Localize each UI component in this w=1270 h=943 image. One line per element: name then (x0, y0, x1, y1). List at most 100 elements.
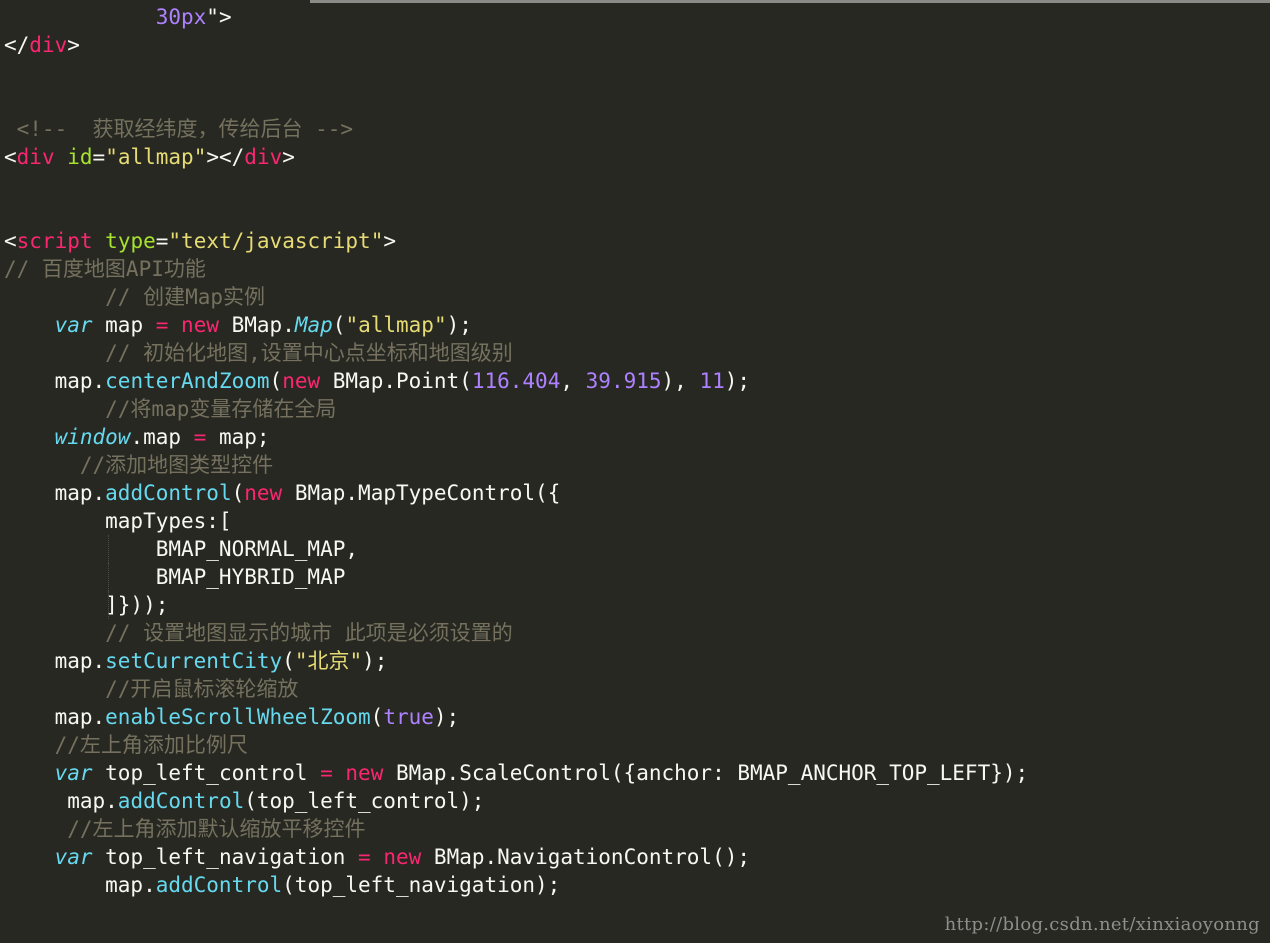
code-token: "allmap" (345, 313, 447, 337)
code-token: ( (370, 705, 384, 729)
code-token: > (67, 33, 80, 57)
code-line: //左上角添加默认缩放平移控件 (4, 815, 1270, 843)
code-token: "北京" (294, 649, 363, 673)
code-token: enableScrollWheelZoom (105, 705, 371, 729)
code-token: ( (269, 369, 283, 393)
code-token: ]})); (4, 593, 169, 617)
indent-guide (108, 535, 109, 563)
code-token: </ (4, 33, 30, 57)
code-editor[interactable]: 30px"> </div> <!-- 获取经纬度，传给后台 --> <div id=… (4, 3, 1270, 899)
code-token: //左上角添加默认缩放平移控件 (4, 817, 366, 841)
code-token: ( (231, 481, 245, 505)
code-token: (top_left_navigation); (282, 873, 561, 897)
code-token: // 创建Map实例 (4, 285, 266, 309)
code-token: addControl (105, 481, 232, 505)
code-line: ]})); (4, 591, 1270, 619)
code-token: < (4, 229, 17, 253)
code-token: new (181, 313, 219, 337)
code-token: BMap.NavigationControl(); (421, 845, 751, 869)
code-line: //左上角添加比例尺 (4, 731, 1270, 759)
code-token: , (560, 369, 586, 393)
code-token: // 设置地图显示的城市 此项是必须设置的 (4, 621, 513, 645)
code-token: // 初始化地图,设置中心点坐标和地图级别 (4, 341, 513, 365)
code-token: 11 (699, 369, 725, 393)
code-line: //将map变量存储在全局 (4, 395, 1270, 423)
code-token: ); (433, 705, 460, 729)
code-line: //开启鼠标滚轮缩放 (4, 675, 1270, 703)
code-token: BMap.MapTypeControl({ (282, 481, 561, 505)
code-line: map.enableScrollWheelZoom(true); (4, 703, 1270, 731)
code-token: ( (282, 649, 295, 673)
code-token: new (383, 845, 422, 869)
code-token: > (282, 145, 295, 169)
code-token: BMap.Point( (320, 369, 472, 393)
code-token: div (244, 145, 283, 169)
code-token: //添加地图类型控件 (4, 453, 274, 477)
code-line: // 初始化地图,设置中心点坐标和地图级别 (4, 339, 1270, 367)
code-token: //开启鼠标滚轮缩放 (4, 677, 299, 701)
code-token: map. (4, 873, 156, 897)
code-token: = (358, 845, 371, 869)
code-token: var (54, 761, 93, 785)
code-token: (top_left_control); (244, 789, 485, 813)
code-line: window.map = map; (4, 423, 1270, 451)
code-token: map. (4, 649, 106, 673)
code-token: Map (294, 313, 333, 337)
code-token: var (54, 313, 93, 337)
indent-guide (108, 563, 109, 591)
code-line: map.addControl(new BMap.MapTypeControl({ (4, 479, 1270, 507)
code-token: // 百度地图API功能 (4, 257, 206, 281)
code-token: window (54, 425, 131, 449)
code-token: ); (446, 313, 472, 337)
code-line: <div id="allmap"></div> (4, 143, 1270, 171)
code-token: = (320, 761, 333, 785)
code-token: "text/javascript" (168, 229, 384, 253)
code-token: setCurrentCity (105, 649, 283, 673)
code-token: BMAP_HYBRID_MAP (4, 565, 346, 589)
code-token: ), (661, 369, 700, 393)
code-token: new (282, 369, 321, 393)
code-line: var top_left_navigation = new BMap.Navig… (4, 843, 1270, 871)
code-line: 30px"> (4, 3, 1270, 31)
code-token: ); (362, 649, 388, 673)
indent-guide (108, 591, 109, 619)
code-token: 30px (155, 5, 207, 29)
code-token: id (67, 145, 93, 169)
code-token: = (92, 145, 106, 169)
code-token: //左上角添加比例尺 (4, 733, 248, 757)
code-token: map. (4, 481, 106, 505)
code-token: new (345, 761, 384, 785)
code-token: > (383, 229, 396, 253)
code-line: map.setCurrentCity("北京"); (4, 647, 1270, 675)
code-token: = (155, 229, 169, 253)
code-line: // 百度地图API功能 (4, 255, 1270, 283)
code-token: 39.915 (585, 369, 662, 393)
code-token: BMap.ScaleControl({anchor: BMAP_ANCHOR_T… (383, 761, 1029, 785)
code-token: map; (206, 425, 270, 449)
code-line: <script type="text/javascript"> (4, 227, 1270, 255)
code-line: BMAP_HYBRID_MAP (4, 563, 1270, 591)
code-token: "> (206, 5, 232, 29)
code-line: </div> (4, 31, 1270, 59)
code-token: map. (4, 705, 106, 729)
code-token: type (105, 229, 156, 253)
code-line: map.centerAndZoom(new BMap.Point(116.404… (4, 367, 1270, 395)
code-token: new (244, 481, 283, 505)
code-token: "allmap" (105, 145, 207, 169)
code-token: centerAndZoom (105, 369, 270, 393)
code-token: ); (724, 369, 751, 393)
code-token: BMap. (218, 313, 295, 337)
code-token: div (16, 145, 55, 169)
code-line: map.addControl(top_left_navigation); (4, 871, 1270, 899)
